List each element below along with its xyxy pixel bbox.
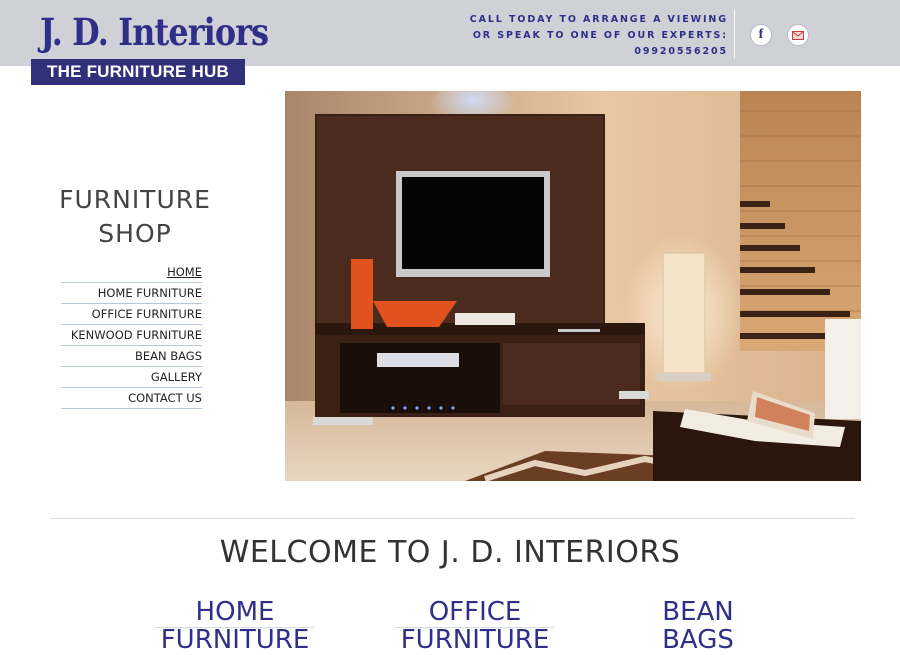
category-title-line-1: HOME [195, 597, 275, 627]
nav-item-kenwood-furniture[interactable]: KENWOOD FURNITURE [61, 325, 202, 346]
nav-item-label: GALLERY [150, 370, 202, 384]
category-title-line-1: OFFICE [428, 597, 522, 627]
contact-line-2: OR SPEAK TO ONE OF OUR EXPERTS: [472, 30, 728, 41]
nav-item-home-furniture[interactable]: HOME FURNITURE [61, 283, 202, 304]
brand-tagline: THE FURNITURE HUB [31, 59, 245, 85]
hero-image [285, 91, 861, 481]
nav-item-bean-bags[interactable]: BEAN BAGS [61, 346, 202, 367]
shop-title-line-2: SHOP [98, 219, 172, 248]
nav-item-label: OFFICE FURNITURE [91, 307, 202, 321]
welcome-heading: WELCOME TO J. D. INTERIORS [219, 535, 681, 570]
brand-logo[interactable]: J. D. Interiors [40, 10, 269, 54]
contact-info: CALL TODAY TO ARRANGE A VIEWING OR SPEAK… [470, 12, 728, 60]
nav-item-office-furniture[interactable]: OFFICE FURNITURE [61, 304, 202, 325]
contact-line-1: CALL TODAY TO ARRANGE A VIEWING [469, 14, 728, 25]
category-home-furniture[interactable]: HOME FURNITURE [135, 598, 335, 654]
nav-item-label: BEAN BAGS [134, 349, 202, 363]
category-underline [395, 627, 555, 628]
nav-item-label: HOME [167, 265, 202, 279]
header-divider [734, 10, 735, 58]
nav-item-home[interactable]: HOME [61, 262, 202, 283]
nav-item-label: CONTACT US [128, 391, 202, 405]
category-underline [155, 627, 315, 628]
category-bean-bags[interactable]: BEAN BAGS [598, 598, 798, 654]
section-divider [50, 518, 855, 519]
nav-item-contact-us[interactable]: CONTACT US [61, 388, 202, 409]
sidebar-nav: HOME HOME FURNITURE OFFICE FURNITURE KEN… [61, 262, 202, 409]
nav-item-label: HOME FURNITURE [97, 286, 202, 300]
shop-title: FURNITURE SHOP [48, 183, 222, 251]
category-office-furniture[interactable]: OFFICE FURNITURE [375, 598, 575, 654]
shop-title-line-1: FURNITURE [59, 185, 211, 214]
contact-phone: 09920556205 [634, 46, 728, 57]
nav-item-label: KENWOOD FURNITURE [70, 328, 202, 342]
nav-item-gallery[interactable]: GALLERY [61, 367, 202, 388]
mail-icon[interactable] [787, 24, 809, 46]
facebook-icon[interactable]: f [750, 24, 772, 46]
category-title-line-1: BEAN [662, 597, 734, 627]
